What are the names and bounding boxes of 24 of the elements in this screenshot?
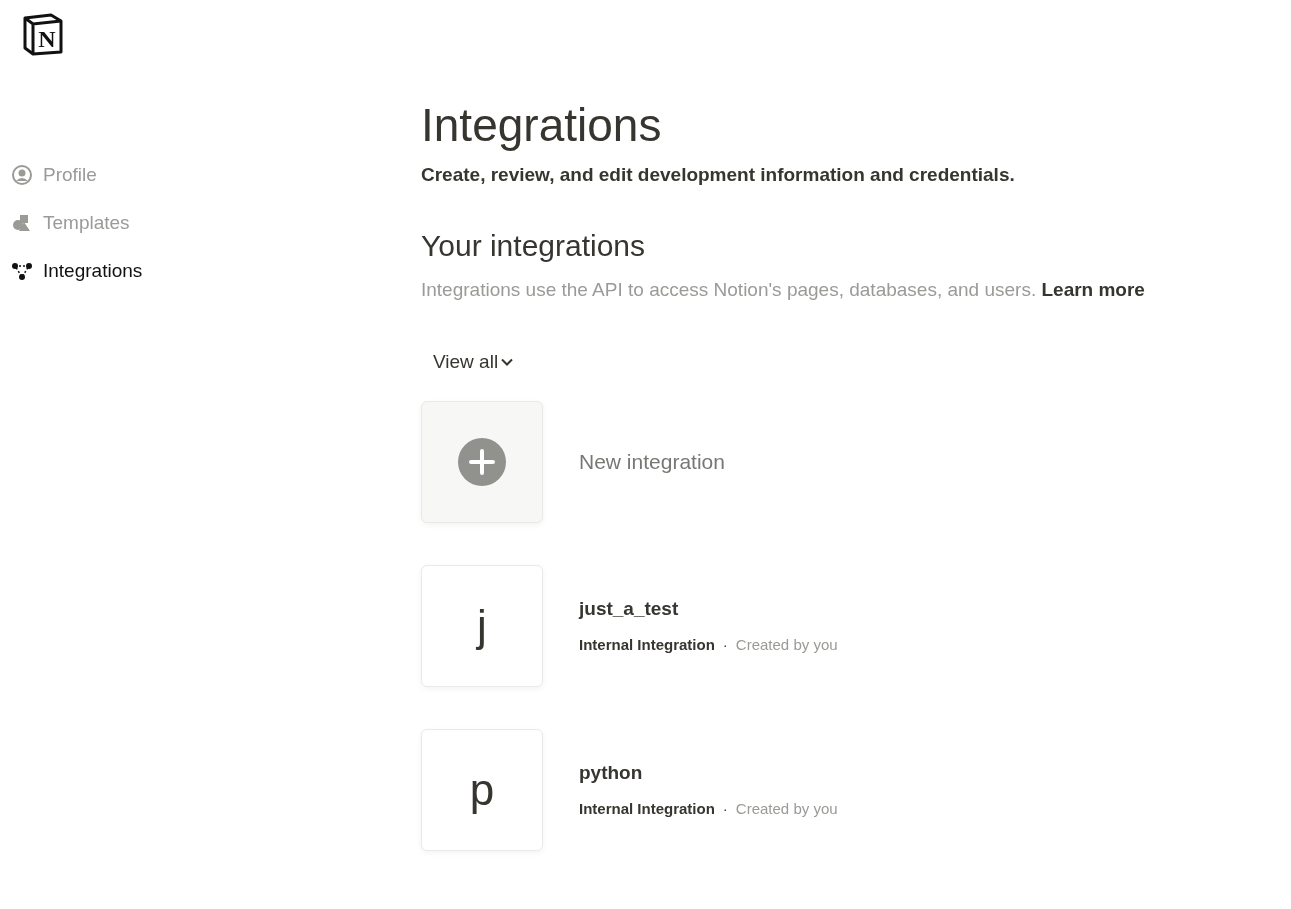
integration-creator: Created by you (735, 798, 838, 819)
separator-dot: · (722, 634, 728, 655)
integration-tile[interactable]: p (421, 728, 543, 851)
integration-type: Internal Integration (579, 798, 715, 819)
view-filter-dropdown[interactable]: View all (421, 344, 527, 381)
nodes-icon (11, 260, 33, 282)
learn-more-link[interactable]: Learn more (1041, 278, 1145, 300)
page-title: Integrations (421, 98, 663, 153)
integration-name[interactable]: just_a_test (579, 595, 838, 624)
sidebar-item[interactable]: Integrations (11, 247, 421, 295)
plus-circle-icon (458, 437, 506, 486)
integration-tile[interactable]: j (421, 564, 543, 687)
separator-dot: · (722, 798, 728, 819)
integration-creator: Created by you (735, 634, 838, 655)
integration-type: Internal Integration (579, 634, 715, 655)
new-integration-tile[interactable] (421, 400, 543, 523)
section-description: Integrations use the API to access Notion's pages, databases, and users. Learn more (421, 277, 1145, 302)
new-integration-label[interactable]: New integration (579, 445, 725, 478)
logo-icon: N (21, 12, 65, 56)
shapes-icon (11, 212, 33, 234)
page-subtitle: Create, review, and edit development information and credentials. (421, 163, 1016, 188)
section-title: Your integrations (421, 227, 647, 264)
integration-name[interactable]: python (579, 759, 838, 788)
profile-icon (11, 164, 33, 186)
